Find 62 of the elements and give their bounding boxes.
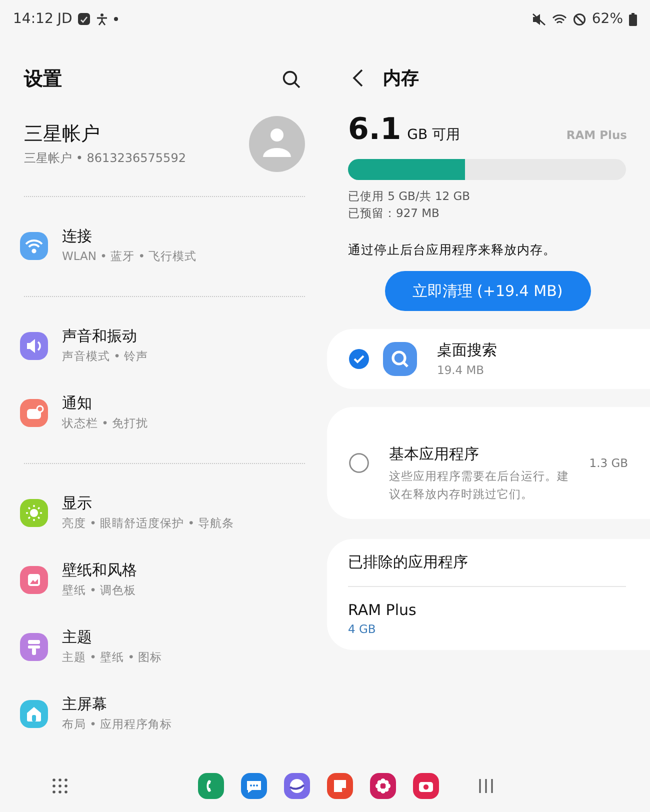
theme-icon xyxy=(20,632,48,660)
setting-title[interactable]: 显示 xyxy=(62,494,234,513)
search-app-icon xyxy=(383,342,417,376)
available-amount: 6.1 xyxy=(348,112,402,147)
setting-subtitle: 壁纸 • 调色板 xyxy=(62,583,137,598)
battery-icon xyxy=(629,12,637,26)
carrier-label: JD xyxy=(57,11,72,27)
internet-icon[interactable] xyxy=(284,773,310,799)
notes-icon[interactable] xyxy=(327,773,353,799)
camera-icon[interactable] xyxy=(413,773,439,799)
setting-title[interactable]: 主屏幕 xyxy=(62,695,172,714)
setting-subtitle: 亮度 • 眼睛舒适度保护 • 导航条 xyxy=(62,516,234,531)
app-size: 19.4 MB xyxy=(437,363,486,377)
setting-subtitle: WLAN • 蓝牙 • 飞行模式 xyxy=(62,249,197,264)
setting-subtitle: 主题 • 壁纸 • 图标 xyxy=(62,650,162,665)
account-name[interactable]: 三星帐户 xyxy=(24,121,186,147)
app-size: 1.3 GB xyxy=(589,456,628,470)
excluded-name[interactable]: RAM Plus xyxy=(348,601,626,619)
wifi-icon xyxy=(20,232,48,260)
setting-title[interactable]: 声音和振动 xyxy=(62,327,148,346)
block-icon xyxy=(572,12,586,26)
setting-title[interactable]: 壁纸和风格 xyxy=(62,561,137,580)
setting-title[interactable]: 连接 xyxy=(62,227,197,246)
app-name: 基本应用程序 xyxy=(389,445,480,464)
clean-button[interactable]: 立即清理 (+19.4 MB) xyxy=(384,271,590,311)
checkbox[interactable] xyxy=(349,349,369,369)
mute-icon xyxy=(532,12,546,26)
display-icon xyxy=(20,498,48,526)
app-card[interactable]: 桌面搜索 19.4 MB xyxy=(327,329,650,389)
available-unit: GB 可用 xyxy=(407,126,460,144)
dot-icon xyxy=(114,17,118,21)
app-name: 桌面搜索 xyxy=(437,341,497,360)
setting-subtitle: 布局 • 应用程序角标 xyxy=(62,717,172,732)
messages-icon[interactable] xyxy=(241,773,267,799)
page-title: 设置 xyxy=(24,67,62,92)
recents-icon[interactable] xyxy=(478,779,494,793)
back-icon[interactable] xyxy=(352,69,364,87)
home-icon xyxy=(20,700,48,728)
wifi-icon xyxy=(552,12,567,26)
battery-percent: 62% xyxy=(592,11,623,27)
flower-icon[interactable] xyxy=(370,773,396,799)
setting-title[interactable]: 主题 xyxy=(62,628,162,647)
checkbox[interactable] xyxy=(349,453,369,473)
memory-reserved: 已预留：927 MB xyxy=(348,205,440,222)
setting-subtitle: 声音模式 • 铃声 xyxy=(62,349,148,364)
accessibility-icon xyxy=(96,12,108,26)
section-title: 已排除的应用程序 xyxy=(348,553,469,572)
app-card[interactable]: 基本应用程序 这些应用程序需要在后台运行。建议在释放内存时跳过它们。 1.3 GB xyxy=(327,407,650,519)
clock: 14:12 xyxy=(13,11,54,27)
wallpaper-icon xyxy=(20,566,48,594)
sound-icon xyxy=(20,332,48,360)
page-title: 内存 xyxy=(383,67,419,90)
phone-icon[interactable] xyxy=(198,773,224,799)
setting-title[interactable]: 通知 xyxy=(62,394,148,413)
excluded-value: 4 GB xyxy=(348,622,377,636)
app-description: 这些应用程序需要在后台运行。建议在释放内存时跳过它们。 xyxy=(389,468,570,503)
account-detail: 三星帐户 • 8613236575592 xyxy=(24,150,186,167)
memory-used: 已使用 5 GB/共 12 GB xyxy=(348,188,472,205)
setting-subtitle: 状态栏 • 免打扰 xyxy=(62,416,148,431)
description: 通过停止后台应用程序来释放内存。 xyxy=(348,242,557,259)
search-icon[interactable] xyxy=(282,70,301,88)
apps-grid-icon[interactable] xyxy=(52,778,68,794)
